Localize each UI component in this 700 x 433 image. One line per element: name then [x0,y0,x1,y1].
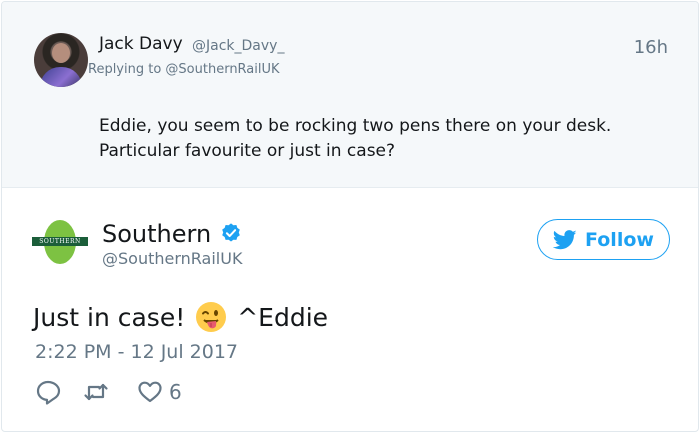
tweet-text-before: Just in case! [33,302,186,332]
like-button[interactable]: 6 [137,379,182,405]
replying-to-text[interactable]: Replying to @SouthernRailUK [88,62,280,77]
parent-tweet-text: Eddie, you seem to be rocking two pens t… [99,114,679,164]
avatar[interactable] [34,33,88,87]
parent-text-line: Eddie, you seem to be rocking two pens t… [99,116,612,136]
avatar-shirt [40,67,82,87]
parent-time-ago[interactable]: 16h [634,37,668,58]
verified-badge-icon [222,223,240,242]
southern-logo-avatar[interactable]: SOUTHERN [32,220,88,264]
retweet-icon [84,383,108,401]
author-name[interactable]: Southern [102,220,211,248]
tweet-text: Just in case! ^Eddie [33,301,328,333]
parent-tweet[interactable]: Jack Davy @Jack_Davy_ 16h Replying to @S… [2,2,698,188]
heart-icon [138,381,162,403]
logo-wordmark: SOUTHERN [32,237,88,246]
follow-button[interactable]: Follow [537,219,670,260]
tweet-actions: 6 [35,378,182,406]
parent-author-handle[interactable]: @Jack_Davy_ [192,38,284,54]
retweet-button[interactable] [83,379,109,405]
follow-label: Follow [585,228,654,251]
reply-icon [36,380,61,405]
winking-face-with-tongue-emoji [196,302,227,332]
avatar-face [52,43,70,63]
reply-button[interactable] [35,379,61,405]
parent-text-line: Particular favourite or just in case? [99,141,396,161]
tweet-card: Jack Davy @Jack_Davy_ 16h Replying to @S… [1,1,699,432]
author-handle[interactable]: @SouthernRailUK [102,249,242,268]
like-count: 6 [169,380,182,404]
tweet-timestamp[interactable]: 2:22 PM - 12 Jul 2017 [35,341,238,363]
twitter-bird-icon [553,229,577,249]
parent-author-name[interactable]: Jack Davy [99,34,183,54]
tweet-text-after: ^Eddie [237,302,329,332]
